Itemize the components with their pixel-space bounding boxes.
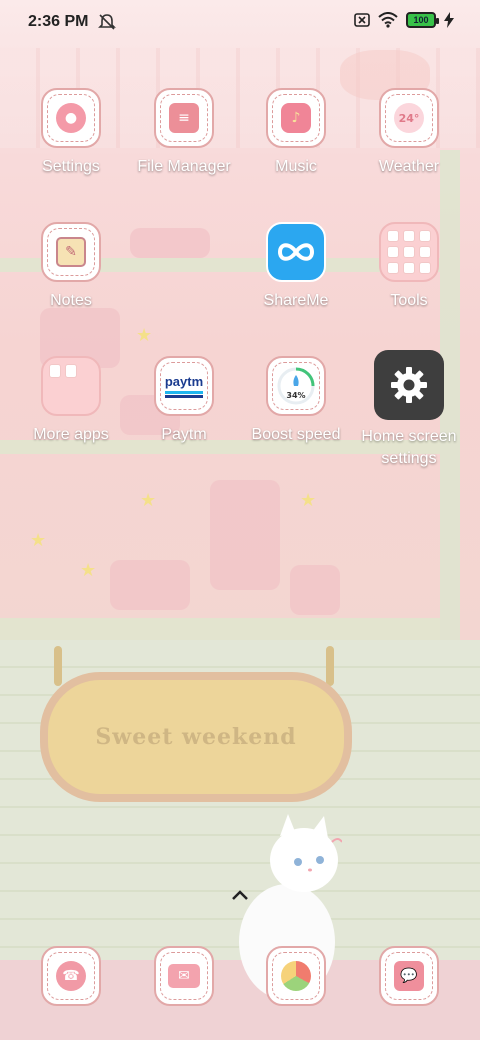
app-label-line2: settings — [381, 450, 437, 467]
charging-icon — [444, 12, 454, 28]
infinity-icon — [266, 222, 326, 282]
boost-gauge — [277, 367, 315, 405]
weather-temp: 24° — [394, 103, 424, 133]
app-label: Settings — [42, 158, 100, 175]
gear-icon — [374, 350, 444, 420]
shareme-infinity-glyph — [277, 243, 315, 261]
app-label: File Manager — [137, 158, 231, 175]
notes-icon: ✎ — [41, 222, 101, 282]
gear-glyph — [391, 367, 427, 403]
folder-tools[interactable]: Tools — [353, 222, 465, 312]
weather-icon: 24° — [379, 88, 439, 148]
folder-more-apps[interactable]: More apps — [15, 356, 127, 446]
app-label: Weather — [378, 158, 440, 175]
notebook-icon: ≡ — [154, 88, 214, 148]
app-file-manager[interactable]: ≡ File Manager — [128, 88, 240, 178]
rocket-icon: 34% — [266, 356, 326, 416]
app-music[interactable]: ♪ Music — [240, 88, 352, 178]
sign-text: Sweet weekend — [95, 724, 297, 750]
app-notes[interactable]: ✎ Notes — [15, 222, 127, 312]
chevron-up-icon[interactable] — [230, 886, 250, 906]
wifi-icon — [378, 12, 398, 28]
phone-bunny-icon: ☎ — [41, 946, 101, 1006]
status-bar: 2:36 PM 100 — [0, 0, 480, 44]
dock-phone[interactable]: ☎ — [15, 946, 127, 1006]
browser-ball-icon — [266, 946, 326, 1006]
dock-browser[interactable] — [240, 946, 352, 1006]
folder-icon — [41, 356, 101, 416]
chat-bubbles-icon: 💬 — [379, 946, 439, 1006]
app-label: ShareMe — [263, 292, 329, 309]
donut-icon: ● — [41, 88, 101, 148]
app-label-line1: Home screen — [361, 428, 457, 445]
app-settings[interactable]: ● Settings — [15, 88, 127, 178]
app-paytm[interactable]: paytm Paytm — [128, 356, 240, 446]
folder-icon — [379, 222, 439, 282]
app-label: Tools — [390, 292, 428, 309]
dock-messages[interactable]: ✉ — [128, 946, 240, 1006]
app-label: Paytm — [161, 426, 207, 443]
status-icons: 100 — [354, 12, 454, 28]
boost-percent: 34% — [286, 391, 306, 400]
music-note-icon: ♪ — [266, 88, 326, 148]
bunny-card-icon: ✉ — [154, 946, 214, 1006]
app-weather[interactable]: 24° Weather — [353, 88, 465, 178]
app-label: Boost speed — [251, 426, 341, 443]
app-label: More apps — [33, 426, 109, 443]
app-boost-speed[interactable]: 34% Boost speed — [240, 356, 352, 446]
app-shareme[interactable]: ShareMe — [240, 222, 352, 312]
app-label: Home screen settings — [361, 426, 456, 470]
sim-x-icon — [354, 13, 370, 27]
dock-chat[interactable]: 💬 — [353, 946, 465, 1006]
status-time: 2:36 PM — [28, 13, 89, 30]
paytm-icon: paytm — [154, 356, 214, 416]
dnd-off-icon — [98, 14, 117, 30]
app-label: Notes — [50, 292, 92, 309]
battery-icon: 100 — [406, 12, 439, 28]
sweet-weekend-sign: Sweet weekend — [40, 672, 352, 802]
app-label: Music — [275, 158, 317, 175]
app-home-screen-settings[interactable]: Home screen settings — [353, 350, 465, 470]
paytm-wordmark: paytm — [164, 374, 204, 389]
battery-level: 100 — [413, 15, 429, 25]
